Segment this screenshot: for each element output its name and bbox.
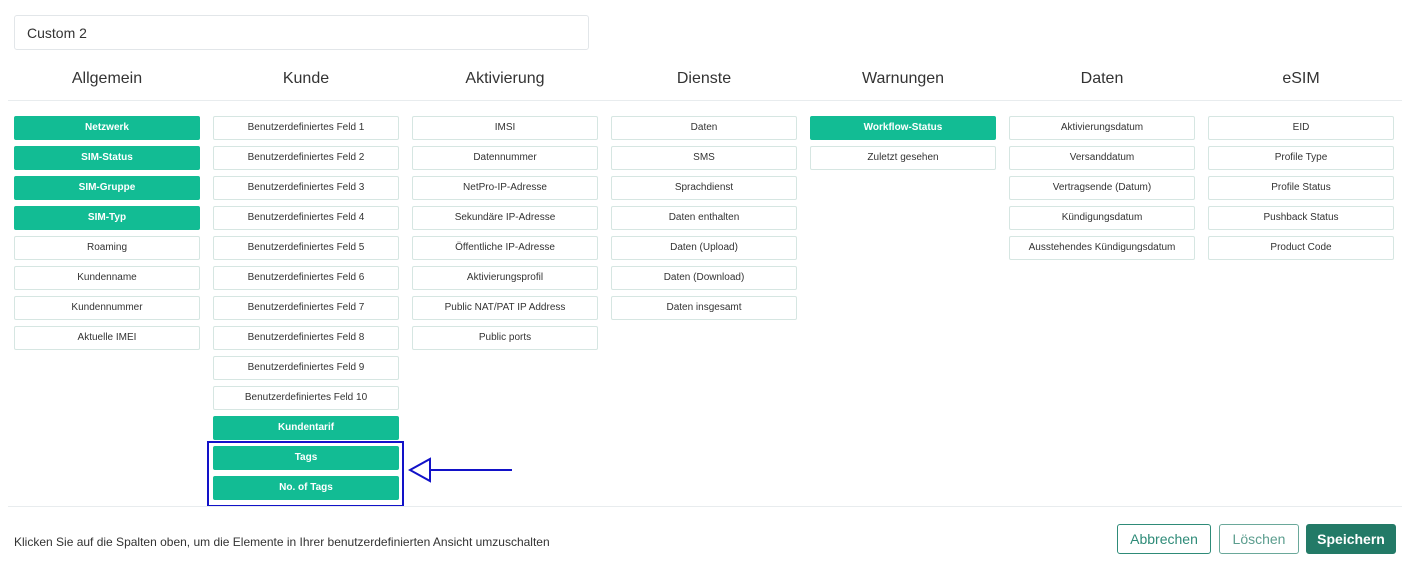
column-item-toggle[interactable]: Kundentarif <box>213 416 399 440</box>
column-header-dienste[interactable]: Dienste <box>605 60 803 98</box>
column-header-kunde[interactable]: Kunde <box>207 60 405 98</box>
column-item-toggle[interactable]: Tags <box>213 446 399 470</box>
column-item-toggle[interactable]: Daten (Download) <box>611 266 797 290</box>
toggle-hint-text: Klicken Sie auf die Spalten oben, um die… <box>14 535 550 549</box>
column-item-toggle[interactable]: Benutzerdefiniertes Feld 2 <box>213 146 399 170</box>
column-item-toggle[interactable]: Daten <box>611 116 797 140</box>
column-item-toggle[interactable]: IMSI <box>412 116 598 140</box>
column-item-toggle[interactable]: Kundennummer <box>14 296 200 320</box>
column-item-toggle[interactable]: Datennummer <box>412 146 598 170</box>
custom-view-editor: Allgemein Kunde Aktivierung Dienste Warn… <box>0 0 1410 573</box>
column-item-toggle[interactable]: SIM-Typ <box>14 206 200 230</box>
column-item-toggle[interactable]: Daten insgesamt <box>611 296 797 320</box>
column-item-toggle[interactable]: Versanddatum <box>1009 146 1195 170</box>
column-item-toggle[interactable]: Benutzerdefiniertes Feld 8 <box>213 326 399 350</box>
column-item-toggle[interactable]: Public ports <box>412 326 598 350</box>
column-daten: Aktivierungsdatum Versanddatum Vertragsend… <box>1009 116 1195 266</box>
view-name-input[interactable] <box>14 15 589 50</box>
column-dienste: Daten SMS Sprachdienst Daten enthalten Daten… <box>611 116 797 326</box>
column-item-toggle[interactable]: Benutzerdefiniertes Feld 9 <box>213 356 399 380</box>
column-item-toggle[interactable]: Aktuelle IMEI <box>14 326 200 350</box>
column-item-toggle[interactable]: Roaming <box>14 236 200 260</box>
column-item-toggle[interactable]: Ausstehendes Kündigungsdatum <box>1009 236 1195 260</box>
column-item-toggle[interactable]: Benutzerdefiniertes Feld 4 <box>213 206 399 230</box>
column-item-toggle[interactable]: SIM-Status <box>14 146 200 170</box>
column-item-toggle[interactable]: SMS <box>611 146 797 170</box>
column-item-toggle[interactable]: Benutzerdefiniertes Feld 7 <box>213 296 399 320</box>
column-item-toggle[interactable]: Vertragsende (Datum) <box>1009 176 1195 200</box>
column-header-esim[interactable]: eSIM <box>1202 60 1400 98</box>
left-arrow-icon <box>408 457 512 483</box>
column-item-toggle[interactable]: Profile Type <box>1208 146 1394 170</box>
column-item-toggle[interactable]: Sekundäre IP-Adresse <box>412 206 598 230</box>
column-item-toggle[interactable]: Benutzerdefiniertes Feld 10 <box>213 386 399 410</box>
column-item-toggle[interactable]: Benutzerdefiniertes Feld 6 <box>213 266 399 290</box>
delete-button[interactable]: Löschen <box>1219 524 1299 554</box>
column-item-toggle[interactable]: Zuletzt gesehen <box>810 146 996 170</box>
column-item-toggle[interactable]: Öffentliche IP-Adresse <box>412 236 598 260</box>
cancel-button[interactable]: Abbrechen <box>1117 524 1211 554</box>
column-header-warnungen[interactable]: Warnungen <box>804 60 1002 98</box>
column-kunde: Benutzerdefiniertes Feld 1 Benutzerdefini… <box>213 116 399 506</box>
column-header-aktivierung[interactable]: Aktivierung <box>406 60 604 98</box>
column-header-allgemein[interactable]: Allgemein <box>8 60 206 98</box>
column-item-toggle[interactable]: EID <box>1208 116 1394 140</box>
column-aktivierung: IMSI Datennummer NetPro-IP-Adresse Sekundär… <box>412 116 598 356</box>
column-item-toggle[interactable]: Sprachdienst <box>611 176 797 200</box>
column-item-toggle[interactable]: Product Code <box>1208 236 1394 260</box>
column-item-toggle[interactable]: Aktivierungsdatum <box>1009 116 1195 140</box>
column-item-toggle[interactable]: Netzwerk <box>14 116 200 140</box>
column-headers: Allgemein Kunde Aktivierung Dienste Warn… <box>8 60 1402 101</box>
column-item-toggle[interactable]: Kundenname <box>14 266 200 290</box>
column-item-toggle[interactable]: No. of Tags <box>213 476 399 500</box>
footer-divider <box>8 506 1402 507</box>
column-item-toggle[interactable]: SIM-Gruppe <box>14 176 200 200</box>
column-esim: EID Profile Type Profile Status Pushback St… <box>1208 116 1394 266</box>
column-allgemein: Netzwerk SIM-Status SIM-Gruppe SIM-Typ Roami… <box>14 116 200 356</box>
column-item-toggle[interactable]: Benutzerdefiniertes Feld 5 <box>213 236 399 260</box>
column-item-toggle[interactable]: Workflow-Status <box>810 116 996 140</box>
column-item-toggle[interactable]: Pushback Status <box>1208 206 1394 230</box>
column-item-toggle[interactable]: Aktivierungsprofil <box>412 266 598 290</box>
column-warnungen: Workflow-Status Zuletzt gesehen <box>810 116 996 176</box>
column-item-toggle[interactable]: Benutzerdefiniertes Feld 1 <box>213 116 399 140</box>
column-item-toggle[interactable]: Benutzerdefiniertes Feld 3 <box>213 176 399 200</box>
column-item-toggle[interactable]: Public NAT/PAT IP Address <box>412 296 598 320</box>
column-item-toggle[interactable]: Daten (Upload) <box>611 236 797 260</box>
column-item-toggle[interactable]: Profile Status <box>1208 176 1394 200</box>
column-item-toggle[interactable]: NetPro-IP-Adresse <box>412 176 598 200</box>
column-header-daten[interactable]: Daten <box>1003 60 1201 98</box>
column-item-toggle[interactable]: Daten enthalten <box>611 206 797 230</box>
column-item-toggle[interactable]: Kündigungsdatum <box>1009 206 1195 230</box>
save-button[interactable]: Speichern <box>1306 524 1396 554</box>
